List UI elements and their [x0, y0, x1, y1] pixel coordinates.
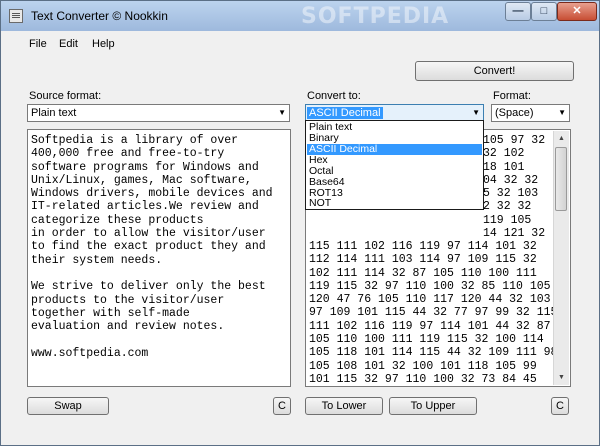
menu-bar: File Edit Help — [1, 32, 599, 54]
clear-source-button[interactable]: C — [273, 397, 291, 415]
format-select[interactable]: (Space) ▼ — [491, 104, 570, 122]
scroll-thumb[interactable] — [555, 147, 567, 211]
source-format-label: Source format: — [29, 90, 102, 102]
menu-file[interactable]: File — [29, 38, 47, 50]
chevron-down-icon: ▼ — [558, 108, 566, 117]
title-bar[interactable]: Text Converter © Nookkin SOFTPEDIA — □ ✕ — [1, 1, 599, 31]
scroll-up-arrow-icon[interactable]: ▲ — [555, 131, 568, 146]
watermark: SOFTPEDIA — [301, 4, 450, 29]
output-text: 115 111 102 116 119 97 114 101 32 112 11… — [309, 240, 558, 386]
dropdown-option-ascii-decimal[interactable]: ASCII Decimal — [307, 144, 482, 155]
close-button[interactable]: ✕ — [557, 2, 597, 21]
convert-to-value: ASCII Decimal — [307, 107, 383, 119]
menu-edit[interactable]: Edit — [59, 38, 78, 50]
convert-button[interactable]: Convert! — [415, 61, 574, 81]
window-title: Text Converter © Nookkin — [31, 9, 168, 23]
format-value: (Space) — [495, 107, 534, 119]
clear-output-button[interactable]: C — [551, 397, 569, 415]
convert-to-dropdown-list[interactable]: Plain text Binary ASCII Decimal Hex Octa… — [305, 120, 484, 210]
chevron-down-icon: ▼ — [472, 108, 480, 117]
output-text-partial: 105 97 32 32 102 18 101 04 32 32 5 32 10… — [483, 134, 546, 241]
minimize-button[interactable]: — — [505, 2, 531, 21]
maximize-button[interactable]: □ — [531, 2, 557, 21]
scroll-down-arrow-icon[interactable]: ▼ — [555, 370, 568, 385]
source-textarea[interactable]: Softpedia is a library of over 400,000 f… — [27, 129, 291, 387]
source-format-select[interactable]: Plain text ▼ — [27, 104, 290, 122]
dropdown-option-not[interactable]: NOT — [307, 198, 482, 209]
source-text: Softpedia is a library of over 400,000 f… — [31, 134, 273, 360]
app-window: Text Converter © Nookkin SOFTPEDIA — □ ✕… — [0, 0, 600, 446]
source-format-value: Plain text — [31, 107, 77, 119]
output-scrollbar[interactable]: ▲ ▼ — [553, 131, 569, 385]
to-upper-button[interactable]: To Upper — [389, 397, 477, 415]
menu-help[interactable]: Help — [92, 38, 115, 50]
convert-to-label: Convert to: — [307, 90, 361, 102]
format-label: Format: — [493, 90, 531, 102]
to-lower-button[interactable]: To Lower — [305, 397, 383, 415]
chevron-down-icon: ▼ — [278, 108, 286, 117]
app-icon — [9, 9, 23, 23]
swap-button[interactable]: Swap — [27, 397, 109, 415]
